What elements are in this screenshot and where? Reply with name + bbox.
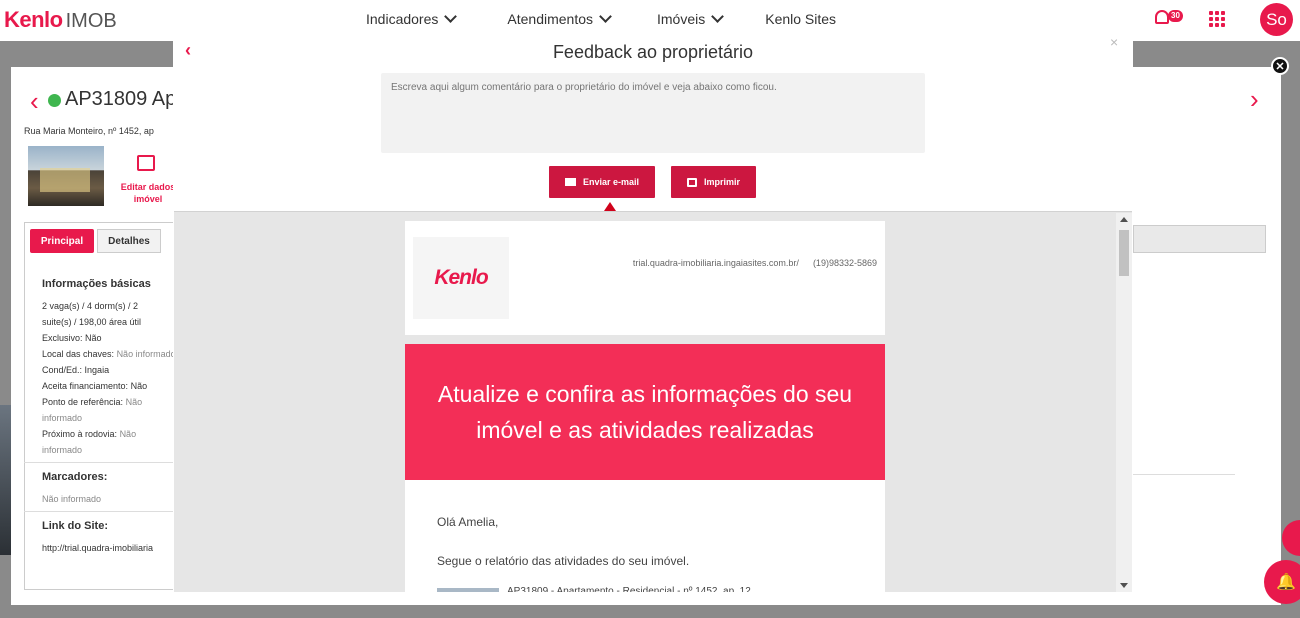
- property-code: AP31809 Ap: [65, 88, 177, 110]
- tab-detalhes[interactable]: Detalhes: [97, 229, 161, 253]
- basic-info-section: Informações básicas 2 vaga(s) / 4 dorm(s…: [24, 276, 195, 556]
- basic-info-line: 2 vaga(s) / 4 dorm(s) / 2: [42, 301, 139, 311]
- print-label: Imprimir: [703, 177, 740, 187]
- email-spacer: [405, 335, 885, 344]
- owner-comment-input[interactable]: [381, 73, 925, 153]
- chevron-down-icon: [444, 10, 458, 23]
- top-navbar: Kenlo IMOB Indicadores Atendimentos Imóv…: [0, 0, 1300, 41]
- email-header: Kenlo trial.quadra-imobiliaria.ingaiasit…: [405, 221, 885, 335]
- modal-title: Feedback ao proprietário: [552, 42, 754, 62]
- email-site-url: trial.quadra-imobiliaria.ingaiasites.com…: [632, 258, 799, 268]
- preview-scrollbar[interactable]: [1116, 213, 1132, 592]
- notification-badge: 30: [1168, 10, 1183, 22]
- nav-imoveis-label: Imóveis: [657, 11, 706, 27]
- background-image-strip: [0, 405, 11, 555]
- email-report-line: Segue o relatório das atividades do seu …: [437, 554, 690, 568]
- scroll-thumb[interactable]: [1119, 230, 1129, 276]
- field-local-chaves: Local das chaves: Não informado: [42, 349, 176, 359]
- right-tab-row: [1133, 225, 1266, 253]
- avatar[interactable]: So: [1260, 3, 1293, 36]
- nav-atendimentos[interactable]: Atendimentos: [507, 10, 612, 27]
- close-card-icon[interactable]: ✕: [1271, 57, 1289, 75]
- email-item-thumbnail: [437, 588, 499, 592]
- logo-brand: Kenlo: [4, 7, 63, 32]
- field-proximo-rodovia: Próximo à rodovia: Não informado: [42, 429, 137, 455]
- email-banner: Atualize e confira as informações do seu…: [405, 344, 885, 480]
- nav-indicadores[interactable]: Indicadores: [366, 10, 458, 27]
- field-aceita-financiamento: Aceita financiamento: Não: [42, 381, 148, 391]
- email-greeting: Olá Amelia,: [437, 515, 499, 529]
- basic-info-line: suite(s) / 198,00 área útil: [42, 317, 142, 327]
- floating-bell-button[interactable]: 🔔: [1264, 560, 1300, 604]
- nav-atendimentos-label: Atendimentos: [507, 11, 593, 27]
- bell-icon[interactable]: [1155, 10, 1169, 24]
- floating-action-button[interactable]: [1282, 520, 1300, 556]
- nav-indicadores-label: Indicadores: [366, 11, 439, 27]
- nav-kenlo-sites[interactable]: Kenlo Sites: [765, 11, 836, 27]
- prev-property-arrow[interactable]: ‹: [30, 86, 39, 117]
- apps-grid-icon[interactable]: [1209, 11, 1225, 27]
- site-link-value[interactable]: http://trial.quadra-imobiliaria: [42, 540, 177, 556]
- property-photo[interactable]: [28, 146, 104, 206]
- scroll-up-icon[interactable]: [1120, 217, 1128, 222]
- status-dot: [48, 94, 61, 107]
- chevron-down-icon: [599, 10, 612, 23]
- envelope-icon: [564, 178, 576, 186]
- markers-title: Marcadores:: [42, 471, 108, 483]
- kenlo-logo[interactable]: Kenlo IMOB: [4, 7, 117, 33]
- email-preview: Kenlo trial.quadra-imobiliaria.ingaiasit…: [405, 221, 885, 592]
- site-link-title: Link do Site:: [42, 520, 108, 532]
- printer-icon: [686, 177, 697, 187]
- divider: [24, 462, 195, 463]
- email-contact: trial.quadra-imobiliaria.ingaiasites.com…: [633, 258, 877, 268]
- field-exclusivo: Exclusivo: Não: [42, 333, 102, 343]
- tab-principal[interactable]: Principal: [30, 229, 94, 253]
- markers-value: Não informado: [42, 494, 102, 504]
- annotation-arrow-head: [604, 202, 616, 211]
- logo-product: IMOB: [65, 10, 117, 32]
- field-cond-ed: Cond/Ed.: Ingaia: [42, 365, 110, 375]
- basic-info-title: Informações básicas: [42, 278, 151, 290]
- divider: [1133, 474, 1235, 475]
- property-address: Rua Maria Monteiro, nº 1452, ap: [24, 126, 154, 136]
- nav-kenlo-sites-label: Kenlo Sites: [765, 11, 837, 27]
- send-email-label: Enviar e-mail: [582, 177, 640, 187]
- modal-close-icon[interactable]: ×: [1110, 34, 1118, 50]
- print-button[interactable]: Imprimir: [671, 166, 756, 198]
- send-email-button[interactable]: Enviar e-mail: [549, 166, 655, 198]
- main-nav: Indicadores Atendimentos Imóveis Kenlo S…: [366, 10, 836, 27]
- scroll-down-icon[interactable]: [1120, 583, 1128, 588]
- chevron-down-icon: [711, 10, 725, 23]
- nav-imoveis[interactable]: Imóveis: [657, 10, 725, 27]
- email-item-preview: AP31809 - Apartamento - Residencial - nº…: [507, 586, 751, 592]
- email-phone: (19)98332-5869: [812, 258, 877, 268]
- edit-icon[interactable]: [137, 155, 155, 171]
- divider: [24, 511, 195, 512]
- email-logo: Kenlo: [413, 237, 509, 319]
- field-ponto-referencia: Ponto de referência: Não informado: [42, 397, 143, 423]
- next-property-arrow[interactable]: ›: [1250, 84, 1259, 115]
